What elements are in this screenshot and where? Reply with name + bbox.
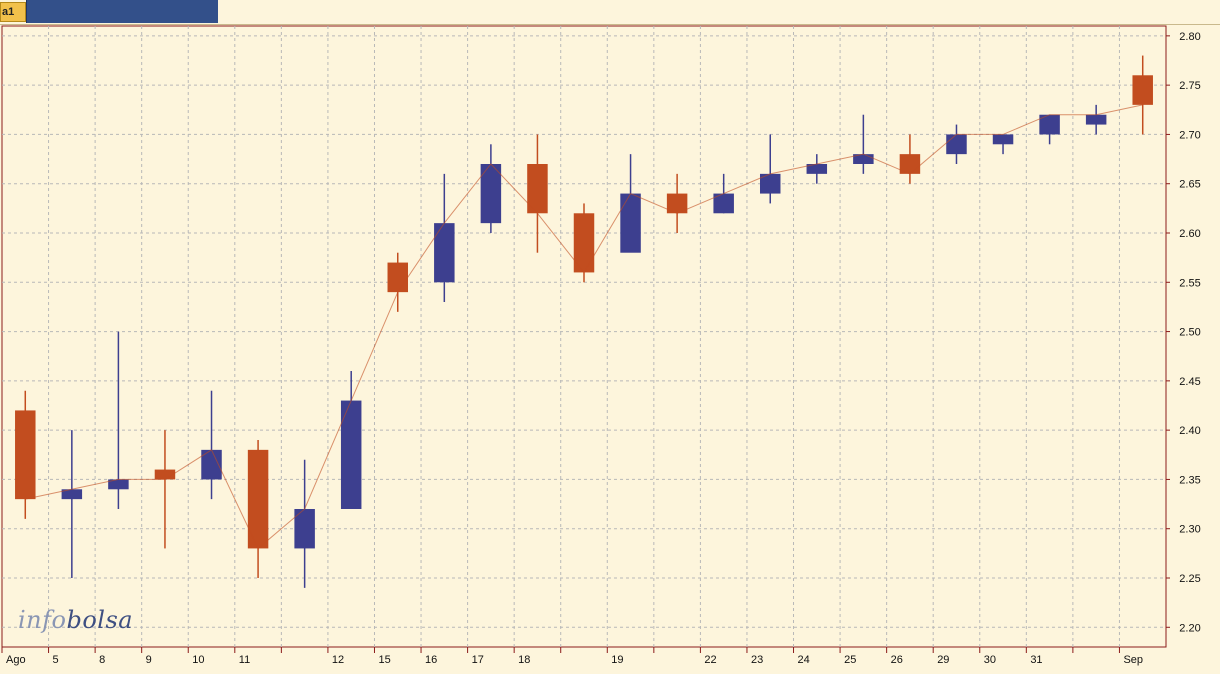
y-tick-label: 2.55 [1179, 277, 1200, 289]
y-tick-label: 2.65 [1179, 179, 1200, 191]
price-bar-body [1085, 114, 1107, 125]
chart-svg: 2.80 2.75 2.70 2.65 2.60 2.55 2.50 2.45 2.40 2.35… [1, 25, 1201, 666]
infobolsa-logo: infobolsa [18, 606, 133, 634]
logo-text-info: info [18, 606, 67, 634]
tab-strip: a1 [0, 0, 1220, 25]
price-bar-body [15, 410, 36, 500]
x-tick-label: 8 [99, 654, 105, 666]
price-bar-body [387, 262, 409, 293]
close-price-line [25, 104, 1143, 550]
x-tick-label: 30 [984, 654, 996, 666]
y-tick-label: 2.70 [1179, 129, 1200, 141]
tab-active[interactable]: a1 [0, 2, 26, 22]
x-tick-label: 25 [844, 654, 856, 666]
price-bar-body [434, 223, 455, 283]
x-tick-label: 29 [937, 654, 949, 666]
tab-panel-blue [26, 0, 218, 23]
x-tick-label: 18 [518, 654, 530, 666]
x-tick-label: 11 [239, 654, 250, 666]
x-tick-label: 16 [425, 654, 437, 666]
logo-text-bolsa: bolsa [66, 606, 134, 634]
x-tick-label: 9 [146, 654, 152, 666]
y-tick-label: 2.60 [1179, 228, 1200, 240]
x-tick-label: 26 [891, 654, 903, 666]
x-tick-label: 5 [53, 654, 59, 666]
x-tick-label: 24 [798, 654, 810, 666]
y-tick-label: 2.50 [1179, 327, 1200, 339]
x-tick-label: Sep [1123, 654, 1143, 666]
y-tick-label: 2.35 [1179, 474, 1200, 486]
plot-frame [1, 25, 1167, 648]
price-bar-body [946, 134, 967, 155]
x-tick-label: 31 [1030, 654, 1042, 666]
y-tick-label: 2.25 [1179, 573, 1200, 585]
x-tick-label: 22 [704, 654, 716, 666]
price-chart: 2.80 2.75 2.70 2.65 2.60 2.55 2.50 2.45 2.40 2.35… [0, 25, 1220, 669]
y-tick-label: 2.30 [1179, 524, 1200, 536]
x-tick-label: 19 [611, 654, 623, 666]
y-tick-label: 2.45 [1179, 376, 1200, 388]
x-tick-label: Ago [6, 654, 26, 666]
x-tick-label: 23 [751, 654, 763, 666]
x-tick-label: 10 [192, 654, 204, 666]
x-tick-label: 12 [332, 654, 344, 666]
price-bar-body [620, 193, 641, 253]
price-bar-body [1132, 75, 1153, 105]
y-tick-label: 2.75 [1179, 80, 1200, 92]
x-tick-label: 17 [472, 654, 484, 666]
price-bar-body [992, 134, 1014, 145]
x-tick-label: 15 [378, 654, 390, 666]
y-tick-label: 2.80 [1179, 31, 1200, 43]
y-tick-label: 2.20 [1179, 622, 1200, 634]
y-tick-label: 2.40 [1179, 425, 1200, 437]
